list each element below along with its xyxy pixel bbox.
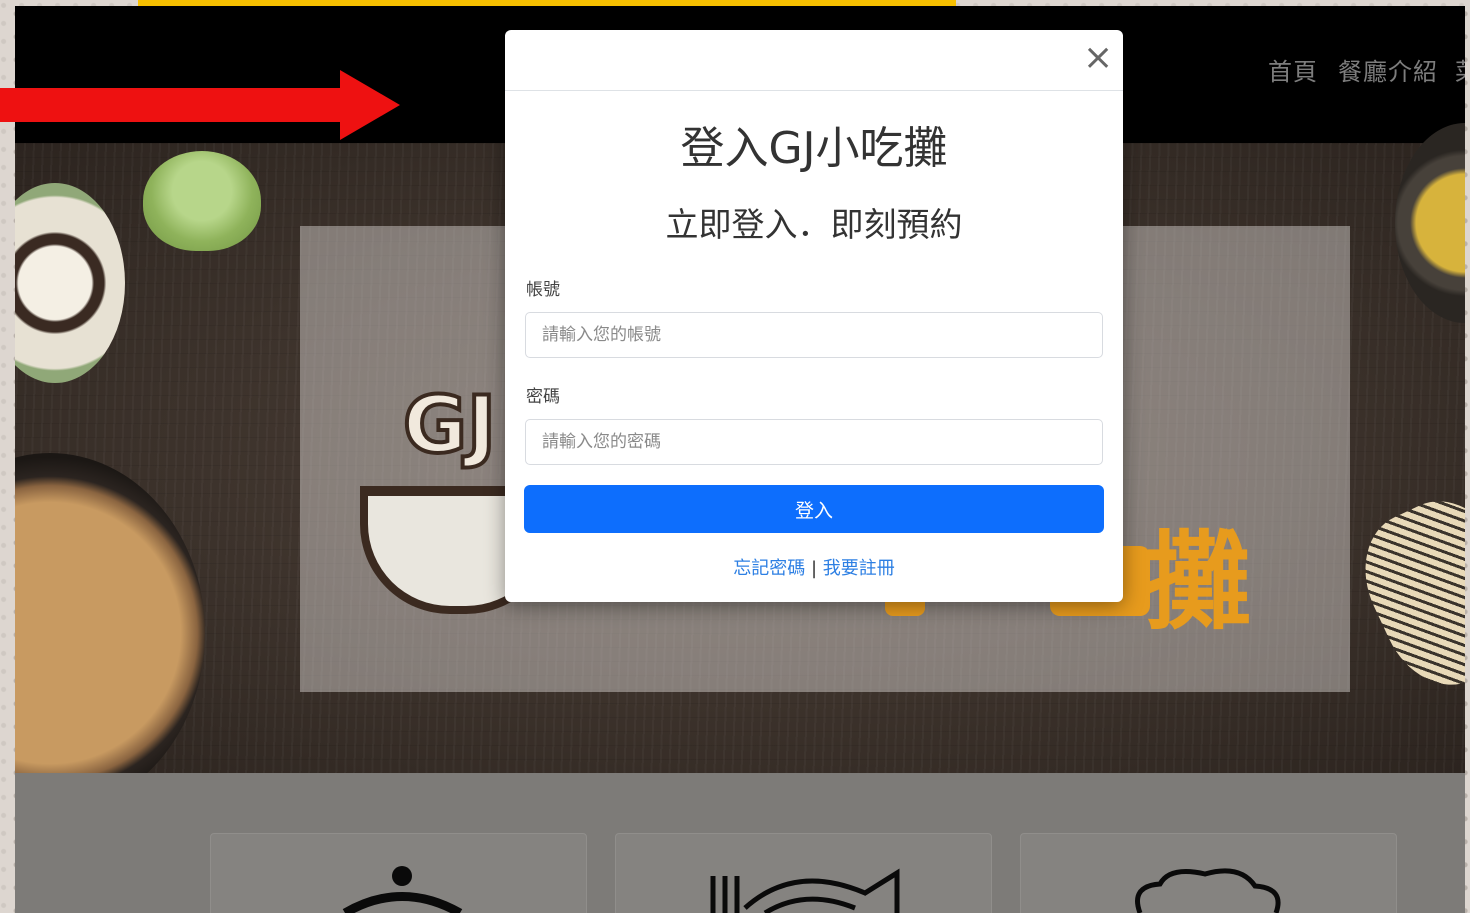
password-label: 密碼 xyxy=(526,387,560,407)
wasabi-image xyxy=(143,151,261,251)
account-label: 帳號 xyxy=(526,280,560,300)
chef-hat-icon xyxy=(1135,868,1281,913)
fork-fish-icon xyxy=(710,868,900,913)
link-separator: | xyxy=(810,558,818,579)
nav-home-link[interactable]: 首頁 xyxy=(1268,52,1318,87)
nav-restaurant-intro-link[interactable]: 餐廳介紹 xyxy=(1338,52,1438,87)
modal-title: 登入GJ小吃攤 xyxy=(680,123,948,174)
red-arrow-icon xyxy=(0,70,400,140)
forgot-password-link[interactable]: 忘記密碼 xyxy=(733,558,805,579)
modal-subtitle: 立即登入．即刻預約 xyxy=(665,205,963,244)
modal-header: × xyxy=(505,30,1123,91)
login-button[interactable]: 登入 xyxy=(524,485,1104,533)
brand-text: 攤 xyxy=(1145,521,1251,644)
register-link[interactable]: 我要註冊 xyxy=(823,558,895,579)
login-modal: × 登入GJ小吃攤 立即登入．即刻預約 帳號 密碼 登入 忘記密碼 | 我要註冊 xyxy=(505,30,1123,602)
cloche-icon xyxy=(342,866,463,913)
modal-links: 忘記密碼 | 我要註冊 xyxy=(505,554,1123,580)
close-icon[interactable]: × xyxy=(1083,40,1113,76)
logo-gj-text: GJ xyxy=(401,379,498,473)
account-input[interactable] xyxy=(525,312,1103,358)
nav-menu-link[interactable]: 菜 xyxy=(1455,52,1465,87)
password-input[interactable] xyxy=(525,419,1103,465)
